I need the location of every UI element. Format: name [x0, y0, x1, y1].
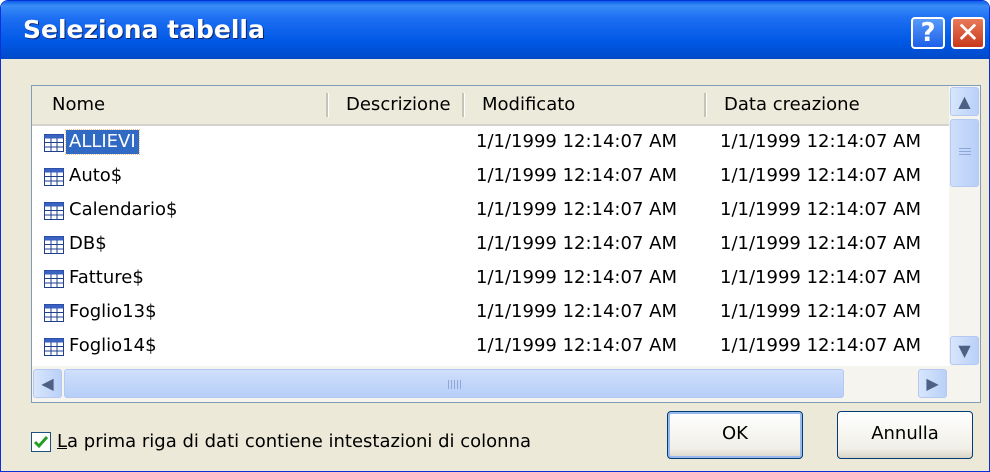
- table-created: 1/1/1999 12:14:07 AM: [720, 335, 921, 356]
- table-modified: 1/1/1999 12:14:07 AM: [476, 233, 677, 254]
- scroll-left-button[interactable]: ◀: [33, 369, 62, 398]
- column-header-created[interactable]: Data creazione: [724, 86, 860, 124]
- table-name: Fatture$: [69, 267, 144, 288]
- column-header-description[interactable]: Descrizione: [346, 86, 451, 124]
- table-created: 1/1/1999 12:14:07 AM: [720, 199, 921, 220]
- scroll-up-button[interactable]: ▲: [950, 87, 979, 116]
- table-created: 1/1/1999 12:14:07 AM: [720, 301, 921, 322]
- label-text: a prima riga di dati contiene intestazio…: [67, 431, 532, 452]
- table-created: 1/1/1999 12:14:07 AM: [720, 233, 921, 254]
- table-name: Foglio13$: [69, 301, 157, 322]
- table-row[interactable]: Fatture$ 1/1/1999 12:14:07 AM 1/1/1999 1…: [32, 262, 949, 296]
- table-modified: 1/1/1999 12:14:07 AM: [476, 301, 677, 322]
- table-name: Calendario$: [69, 199, 178, 220]
- table-created: 1/1/1999 12:14:07 AM: [720, 267, 921, 288]
- table-name: DB$: [69, 233, 107, 254]
- table-modified: 1/1/1999 12:14:07 AM: [476, 131, 677, 152]
- list-header: Nome Descrizione Modificato Data creazio…: [32, 86, 949, 126]
- table-icon: [44, 202, 64, 220]
- column-header-modified[interactable]: Modificato: [482, 86, 575, 124]
- column-divider[interactable]: [704, 93, 707, 117]
- horizontal-scrollbar[interactable]: ◀ ▶: [32, 366, 980, 402]
- table-modified: 1/1/1999 12:14:07 AM: [476, 335, 677, 356]
- horizontal-scroll-thumb[interactable]: [64, 369, 844, 398]
- dialog-body: Nome Descrizione Modificato Data creazio…: [5, 59, 985, 471]
- table-modified: 1/1/1999 12:14:07 AM: [476, 199, 677, 220]
- header-row-checkbox-label[interactable]: La prima riga di dati contiene intestazi…: [57, 429, 531, 455]
- column-divider[interactable]: [462, 93, 465, 117]
- table-modified: 1/1/1999 12:14:07 AM: [476, 267, 677, 288]
- column-divider[interactable]: [326, 93, 329, 117]
- thumb-grip: [959, 148, 971, 157]
- table-name: ALLIEVI: [65, 129, 140, 155]
- table-row[interactable]: ALLIEVI 1/1/1999 12:14:07 AM 1/1/1999 12…: [32, 126, 949, 160]
- column-header-name[interactable]: Nome: [52, 86, 105, 124]
- ok-button[interactable]: OK: [667, 411, 803, 459]
- scroll-right-button[interactable]: ▶: [918, 369, 947, 398]
- table-modified: 1/1/1999 12:14:07 AM: [476, 165, 677, 186]
- select-table-dialog: Seleziona tabella ? ✕ Nome Descrizione M…: [0, 0, 990, 472]
- close-button[interactable]: ✕: [951, 17, 985, 49]
- table-name: Foglio14$: [69, 335, 157, 356]
- title-bar[interactable]: Seleziona tabella ? ✕: [1, 1, 989, 59]
- table-row[interactable]: Auto$ 1/1/1999 12:14:07 AM 1/1/1999 12:1…: [32, 160, 949, 194]
- table-list[interactable]: Nome Descrizione Modificato Data creazio…: [31, 85, 981, 403]
- table-row[interactable]: DB$ 1/1/1999 12:14:07 AM 1/1/1999 12:14:…: [32, 228, 949, 262]
- table-icon: [44, 270, 64, 288]
- table-row[interactable]: Foglio13$ 1/1/1999 12:14:07 AM 1/1/1999 …: [32, 296, 949, 330]
- vertical-scrollbar[interactable]: ▲ ▼: [949, 86, 980, 366]
- cancel-button[interactable]: Annulla: [837, 411, 973, 459]
- dialog-title: Seleziona tabella: [23, 15, 265, 44]
- table-icon: [44, 236, 64, 254]
- table-icon: [44, 304, 64, 322]
- table-icon: [44, 338, 64, 356]
- table-name: Auto$: [69, 165, 123, 186]
- checkmark-icon: [33, 436, 49, 449]
- table-row[interactable]: Foglio14$ 1/1/1999 12:14:07 AM 1/1/1999 …: [32, 330, 949, 364]
- table-icon: [44, 134, 64, 152]
- table-row[interactable]: Calendario$ 1/1/1999 12:14:07 AM 1/1/199…: [32, 194, 949, 228]
- table-icon: [44, 168, 64, 186]
- help-button[interactable]: ?: [911, 17, 945, 49]
- thumb-grip: [448, 380, 462, 389]
- label-accelerator: L: [57, 431, 68, 452]
- scroll-down-button[interactable]: ▼: [950, 336, 979, 365]
- table-created: 1/1/1999 12:14:07 AM: [720, 131, 921, 152]
- vertical-scroll-thumb[interactable]: [950, 119, 979, 187]
- header-row-checkbox[interactable]: [31, 432, 51, 452]
- table-created: 1/1/1999 12:14:07 AM: [720, 165, 921, 186]
